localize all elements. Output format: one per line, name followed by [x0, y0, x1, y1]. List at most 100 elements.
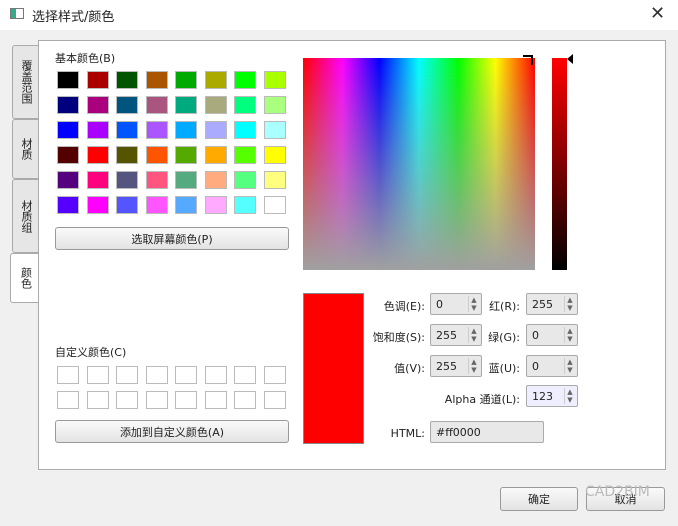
value-slider[interactable]: [552, 58, 567, 270]
blue-label: 蓝(U):: [488, 362, 520, 375]
tab-color[interactable]: 颜色: [10, 253, 40, 303]
custom-colors-label: 自定义颜色(C): [55, 346, 127, 359]
custom-color-swatch[interactable]: [116, 391, 138, 409]
basic-color-swatch[interactable]: [86, 71, 109, 89]
tab-material-group[interactable]: 材质组: [12, 179, 39, 253]
spin-arrows-icon[interactable]: ▲ ▼: [564, 296, 575, 312]
basic-color-swatch[interactable]: [145, 196, 168, 214]
basic-color-swatch[interactable]: [175, 171, 197, 189]
basic-color-swatch[interactable]: [57, 196, 79, 214]
basic-color-swatch[interactable]: [145, 96, 168, 114]
watermark: CAD2BIM: [585, 484, 650, 500]
basic-color-swatch[interactable]: [57, 121, 79, 139]
basic-color-swatch[interactable]: [116, 71, 138, 89]
basic-color-swatch[interactable]: [145, 121, 168, 139]
basic-color-swatch[interactable]: [175, 121, 197, 139]
saturation-label: 饱和度(S):: [372, 331, 425, 344]
basic-color-swatch[interactable]: [263, 196, 286, 214]
basic-color-swatch[interactable]: [116, 146, 138, 164]
slider-arrow-icon[interactable]: [567, 54, 573, 64]
hue-saturation-picker[interactable]: [303, 58, 535, 270]
basic-color-swatch[interactable]: [86, 171, 109, 189]
add-custom-color-button[interactable]: 添加到自定义颜色(A): [55, 420, 289, 443]
custom-color-swatch[interactable]: [57, 366, 79, 384]
basic-color-swatch[interactable]: [204, 96, 227, 114]
basic-color-swatch[interactable]: [57, 171, 79, 189]
custom-color-swatch[interactable]: [175, 366, 197, 384]
custom-color-swatch[interactable]: [116, 366, 138, 384]
custom-color-swatch[interactable]: [204, 366, 227, 384]
basic-color-swatch[interactable]: [145, 71, 168, 89]
basic-color-swatch[interactable]: [116, 196, 138, 214]
alpha-value: 123: [532, 390, 553, 403]
basic-color-swatch[interactable]: [116, 121, 138, 139]
spin-arrows-icon[interactable]: ▲ ▼: [564, 327, 575, 343]
custom-color-swatch[interactable]: [57, 391, 79, 409]
close-icon[interactable]: ✕: [650, 3, 665, 24]
green-label: 绿(G):: [488, 331, 520, 344]
basic-color-swatch[interactable]: [57, 96, 79, 114]
basic-color-swatch[interactable]: [204, 146, 227, 164]
custom-color-swatch[interactable]: [86, 366, 109, 384]
green-spinbox[interactable]: 0 ▲ ▼: [526, 324, 578, 346]
blue-value: 0: [532, 360, 539, 373]
basic-color-swatch[interactable]: [204, 121, 227, 139]
basic-color-swatch[interactable]: [263, 121, 286, 139]
custom-color-swatch[interactable]: [234, 391, 256, 409]
custom-color-swatch[interactable]: [145, 391, 168, 409]
basic-color-swatch[interactable]: [116, 96, 138, 114]
basic-color-swatch[interactable]: [234, 146, 256, 164]
spin-arrows-icon[interactable]: ▲ ▼: [564, 358, 575, 374]
basic-color-swatch[interactable]: [175, 71, 197, 89]
custom-color-swatch[interactable]: [234, 366, 256, 384]
red-value: 255: [532, 298, 553, 311]
basic-color-swatch[interactable]: [145, 146, 168, 164]
app-icon: [10, 8, 24, 19]
basic-color-swatch[interactable]: [234, 71, 256, 89]
basic-color-swatch[interactable]: [175, 146, 197, 164]
blue-spinbox[interactable]: 0 ▲ ▼: [526, 355, 578, 377]
ok-button[interactable]: 确定: [500, 487, 578, 511]
tab-material[interactable]: 材质: [12, 119, 39, 179]
basic-color-swatch[interactable]: [234, 171, 256, 189]
red-label: 红(R):: [489, 300, 520, 313]
alpha-label: Alpha 通道(L):: [444, 393, 520, 406]
spin-arrows-icon[interactable]: ▲ ▼: [564, 388, 575, 404]
basic-color-swatch[interactable]: [57, 71, 79, 89]
custom-color-swatch[interactable]: [204, 391, 227, 409]
basic-color-swatch[interactable]: [86, 96, 109, 114]
hue-label: 色调(E):: [383, 300, 425, 313]
basic-color-swatch[interactable]: [234, 196, 256, 214]
basic-color-swatch[interactable]: [204, 171, 227, 189]
custom-color-swatch[interactable]: [263, 366, 286, 384]
basic-color-swatch[interactable]: [204, 196, 227, 214]
custom-color-swatch[interactable]: [86, 391, 109, 409]
basic-color-swatch[interactable]: [86, 196, 109, 214]
basic-color-swatch[interactable]: [234, 96, 256, 114]
red-spinbox[interactable]: 255 ▲ ▼: [526, 293, 578, 315]
basic-color-swatch[interactable]: [263, 171, 286, 189]
basic-color-swatch[interactable]: [116, 171, 138, 189]
html-input[interactable]: #ff0000: [430, 421, 544, 443]
html-value: #ff0000: [436, 426, 481, 439]
basic-color-swatch[interactable]: [263, 96, 286, 114]
basic-color-swatch[interactable]: [263, 71, 286, 89]
basic-colors-label: 基本颜色(B): [55, 52, 116, 65]
basic-color-swatch[interactable]: [263, 146, 286, 164]
basic-color-swatch[interactable]: [175, 96, 197, 114]
basic-color-swatch[interactable]: [234, 121, 256, 139]
pick-screen-color-button[interactable]: 选取屏幕颜色(P): [55, 227, 289, 250]
custom-color-swatch[interactable]: [263, 391, 286, 409]
basic-color-swatch[interactable]: [204, 71, 227, 89]
alpha-spinbox[interactable]: 123 ▲ ▼: [526, 385, 578, 407]
custom-color-swatch[interactable]: [175, 391, 197, 409]
picker-crosshair[interactable]: [523, 55, 533, 65]
basic-color-swatch[interactable]: [145, 171, 168, 189]
basic-color-swatch[interactable]: [86, 146, 109, 164]
custom-color-swatch[interactable]: [145, 366, 168, 384]
basic-color-swatch[interactable]: [57, 146, 79, 164]
basic-color-swatch[interactable]: [175, 196, 197, 214]
basic-color-swatch[interactable]: [86, 121, 109, 139]
tab-coverage[interactable]: 覆盖范围: [12, 45, 39, 119]
value-label: 值(V):: [394, 362, 425, 375]
